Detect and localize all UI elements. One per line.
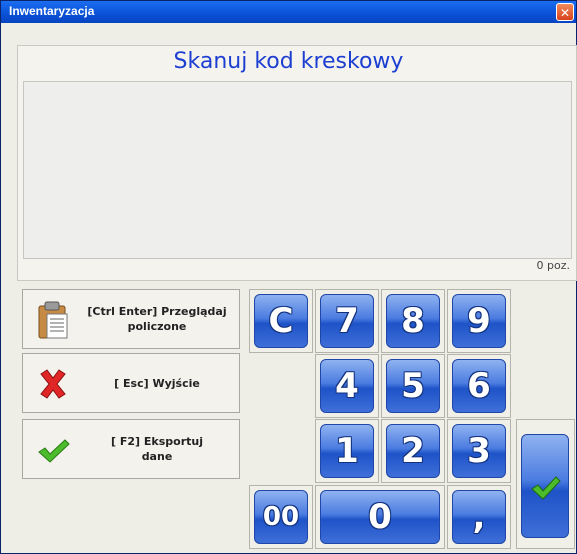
export-button[interactable]: [ F2] Eksportuj dane <box>22 419 240 479</box>
check-icon <box>531 476 561 500</box>
exit-label: [ Esc] Wyjście <box>114 376 200 390</box>
clipboard-icon <box>38 301 68 339</box>
keypad-cell: 2 <box>381 419 445 483</box>
key-0[interactable]: 0 <box>320 490 440 544</box>
keypad-cell: 9 <box>447 289 511 353</box>
green-check-icon <box>38 439 70 463</box>
red-x-icon <box>40 369 66 399</box>
key-6[interactable]: 6 <box>452 359 506 413</box>
scan-heading: Skanuj kod kreskowy <box>173 49 404 74</box>
key-7[interactable]: 7 <box>320 294 374 348</box>
key-5[interactable]: 5 <box>386 359 440 413</box>
key-2[interactable]: 2 <box>386 424 440 478</box>
inventory-window: Inwentaryzacja ✕ Skanuj kod kreskowy 0 p… <box>0 0 577 554</box>
keypad-cell: C <box>249 289 313 353</box>
key-8[interactable]: 8 <box>386 294 440 348</box>
exit-button[interactable]: [ Esc] Wyjście <box>22 353 240 413</box>
browse-counted-label: [Ctrl Enter] Przeglądaj policzone <box>87 305 227 333</box>
title-bar: Inwentaryzacja ✕ <box>1 1 576 23</box>
ok-cell <box>516 419 575 549</box>
keypad-cell: 5 <box>381 354 445 418</box>
export-label: [ F2] Eksportuj dane <box>111 435 203 463</box>
keypad-cell: , <box>447 485 511 549</box>
close-icon: ✕ <box>559 6 571 20</box>
keypad-cell: 1 <box>315 419 379 483</box>
key-clear[interactable]: C <box>254 294 308 348</box>
keypad-cell: 3 <box>447 419 511 483</box>
item-count: 0 poz. <box>536 259 570 272</box>
keypad-cell: 0 <box>315 485 445 549</box>
key-3[interactable]: 3 <box>452 424 506 478</box>
keypad-cell: 6 <box>447 354 511 418</box>
key-00[interactable]: 00 <box>254 490 308 544</box>
keypad-cell: 00 <box>249 485 313 549</box>
key-4[interactable]: 4 <box>320 359 374 413</box>
window-title: Inwentaryzacja <box>9 4 95 18</box>
key-9[interactable]: 9 <box>452 294 506 348</box>
key-comma[interactable]: , <box>452 490 506 544</box>
keypad-cell: 7 <box>315 289 379 353</box>
confirm-button[interactable] <box>521 434 569 538</box>
keypad-cell: 8 <box>381 289 445 353</box>
keypad-cell: 4 <box>315 354 379 418</box>
browse-counted-button[interactable]: [Ctrl Enter] Przeglądaj policzone <box>22 289 240 349</box>
close-button[interactable]: ✕ <box>556 3 574 21</box>
key-1[interactable]: 1 <box>320 424 374 478</box>
scan-list[interactable] <box>23 81 572 259</box>
